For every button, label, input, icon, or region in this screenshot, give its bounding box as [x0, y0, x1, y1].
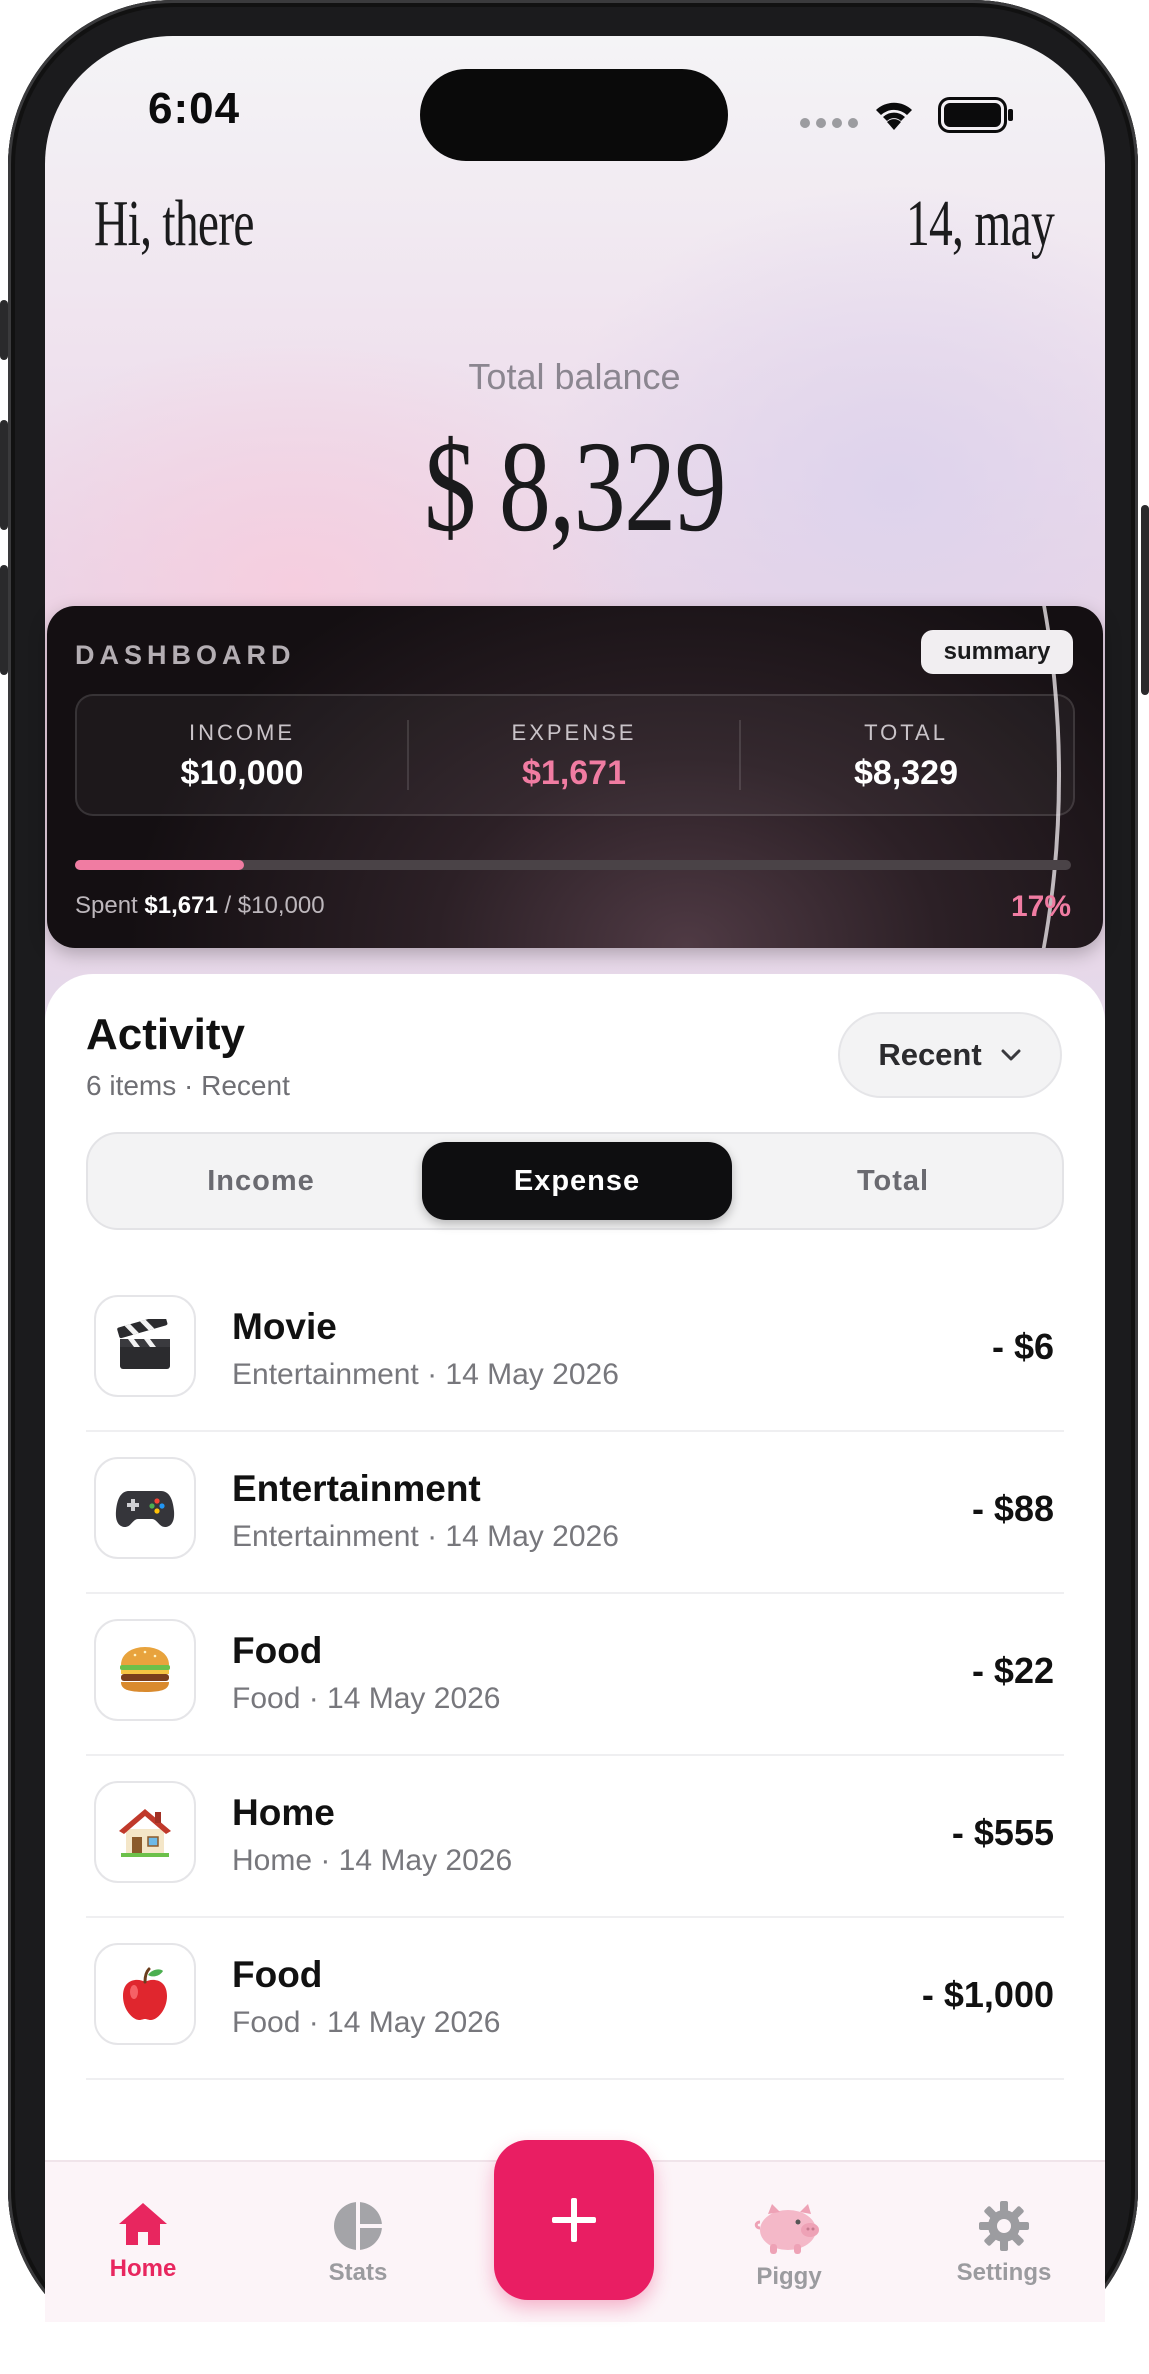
item-name: Food [232, 1954, 323, 1995]
spent-progress-fill [75, 860, 245, 870]
segment-control: Income Expense Total [86, 1132, 1064, 1230]
greeting: Hi, there [94, 187, 254, 260]
spent-amount: $1,671 [144, 892, 218, 919]
spent-suffix: / $10,000 [224, 892, 325, 919]
tab-home[interactable]: Home [63, 2200, 223, 2283]
tab-label: Stats [328, 2259, 388, 2286]
item-amount: - $1,000 [921, 1974, 1054, 2015]
pig-icon [754, 2204, 819, 2254]
gamepad-icon [94, 1457, 196, 1559]
total-balance-value: $ 8,329 [424, 415, 726, 559]
stat-label: INCOME [189, 720, 295, 745]
status-time: 6:04 [148, 84, 241, 133]
spent-progress-bar [75, 860, 1071, 870]
gear-icon [979, 2201, 1029, 2251]
tab-label: Settings [956, 2259, 1052, 2286]
item-amount: - $6 [991, 1326, 1054, 1367]
stat-label: EXPENSE [511, 720, 637, 745]
list-item[interactable]: Food Food · 14 May 2026 - $22 [86, 1592, 1064, 1756]
item-amount: - $88 [971, 1488, 1054, 1529]
device-power-button [1141, 505, 1149, 695]
item-meta: Food · 14 May 2026 [232, 1682, 501, 1715]
battery-icon [938, 97, 1013, 133]
dashboard-title: DASHBOARD [75, 640, 296, 670]
device-volume-up [0, 420, 8, 530]
item-meta: Home · 14 May 2026 [232, 1844, 513, 1877]
item-name: Movie [232, 1306, 337, 1347]
add-transaction-button[interactable] [494, 2140, 654, 2300]
device-volume-down [0, 565, 8, 675]
item-meta: Food · 14 May 2026 [232, 2006, 501, 2039]
stat-label: TOTAL [864, 720, 948, 745]
chevron-down-icon [1001, 1049, 1021, 1061]
pie-chart-icon [334, 2202, 382, 2250]
item-meta: Entertainment · 14 May 2026 [232, 1358, 619, 1391]
summary-button[interactable]: summary [921, 630, 1073, 674]
item-name: Food [232, 1630, 323, 1671]
item-meta: Entertainment · 14 May 2026 [232, 1520, 619, 1553]
sort-dropdown[interactable]: Recent [838, 1012, 1062, 1098]
stat-expense: EXPENSE $1,671 [409, 696, 739, 814]
spent-percent: 17% [1010, 890, 1071, 923]
stat-value: $8,329 [854, 754, 958, 792]
dashboard-card: DASHBOARD summary INCOME $10,000 EXPENSE… [47, 606, 1103, 948]
activity-subtitle: 6 items · Recent [86, 1070, 290, 1101]
tab-stats[interactable]: Stats [278, 2200, 438, 2287]
total-balance-label: Total balance [468, 356, 681, 397]
device-side-button [0, 300, 8, 360]
stat-income: INCOME $10,000 [77, 696, 407, 814]
tab-piggy[interactable]: Piggy [709, 2200, 869, 2291]
item-name: Entertainment [232, 1468, 481, 1509]
item-name: Home [232, 1792, 335, 1833]
segment-total[interactable]: Total [738, 1134, 1048, 1228]
stat-total: TOTAL $8,329 [741, 696, 1071, 814]
spent-prefix: Spent [75, 892, 138, 919]
spent-summary: Spent $1,671 / $10,000 [75, 892, 325, 920]
tab-label: Home [109, 2255, 177, 2282]
item-amount: - $22 [971, 1650, 1054, 1691]
segment-expense[interactable]: Expense [422, 1142, 732, 1220]
burger-icon [94, 1619, 196, 1721]
stat-value: $10,000 [180, 754, 304, 792]
list-item[interactable]: Entertainment Entertainment · 14 May 202… [86, 1430, 1064, 1594]
apple-icon [94, 1943, 196, 2045]
signal-dots-icon [800, 118, 858, 128]
tab-settings[interactable]: Settings [924, 2200, 1084, 2287]
list-item[interactable]: Home Home · 14 May 2026 - $555 [86, 1754, 1064, 1918]
header-date: 14, may [905, 187, 1055, 260]
house-icon [119, 2203, 167, 2245]
house-icon [94, 1781, 196, 1883]
dynamic-island [420, 69, 728, 161]
stats-box: INCOME $10,000 EXPENSE $1,671 TOTAL $8,3… [75, 694, 1075, 816]
list-item[interactable]: Food Food · 14 May 2026 - $1,000 [86, 1916, 1064, 2080]
list-item[interactable]: Movie Entertainment · 14 May 2026 - $6 [86, 1268, 1064, 1432]
plus-icon [552, 2198, 596, 2242]
tab-label: Piggy [756, 2263, 822, 2290]
segment-income[interactable]: Income [106, 1134, 416, 1228]
stat-value: $1,671 [522, 754, 626, 792]
sort-label: Recent [878, 1037, 982, 1072]
wifi-icon [876, 102, 912, 130]
clapper-board-icon [94, 1295, 196, 1397]
item-amount: - $555 [951, 1812, 1054, 1853]
activity-title: Activity [86, 1010, 245, 1059]
